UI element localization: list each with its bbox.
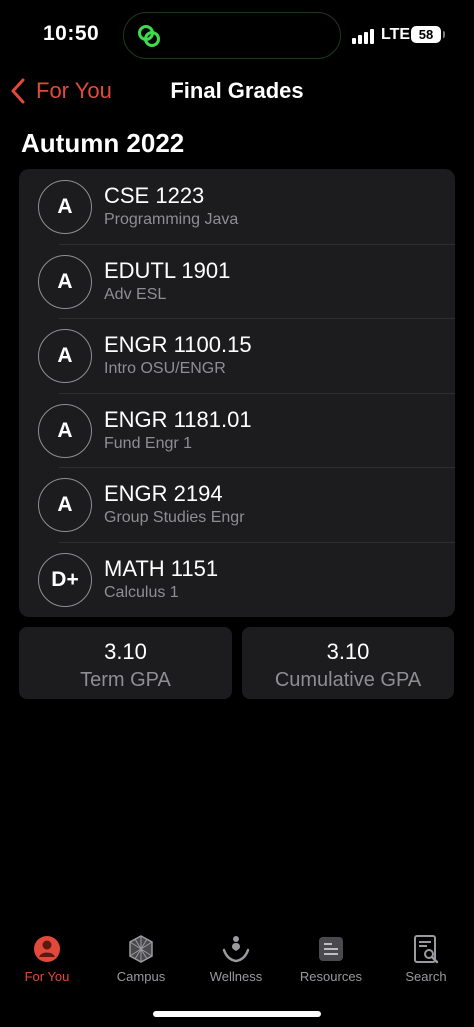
tab-label: Campus xyxy=(116,969,166,984)
term-title: Autumn 2022 xyxy=(21,128,185,158)
tab-for-you[interactable]: For You xyxy=(0,928,94,984)
tab-campus[interactable]: Campus xyxy=(94,928,188,984)
grade-badge: A xyxy=(38,478,92,533)
course-row[interactable]: A ENGR 2194 Group Studies Engr xyxy=(19,467,455,542)
course-code: EDUTL 1901 xyxy=(104,257,231,283)
tab-label: Wellness xyxy=(209,969,263,984)
person-icon xyxy=(34,936,60,962)
course-code: ENGR 1181.01 xyxy=(104,406,252,432)
course-code: CSE 1223 xyxy=(104,183,205,208)
tab-wellness[interactable]: Wellness xyxy=(189,928,283,984)
wellness-icon xyxy=(222,936,250,963)
dynamic-island[interactable] xyxy=(123,12,341,59)
term-gpa-label: Term GPA xyxy=(80,669,171,691)
course-code: MATH 1151 xyxy=(104,555,219,581)
term-gpa-value: 3.10 xyxy=(104,639,147,664)
tab-label: Resources xyxy=(299,969,363,984)
status-bar: 10:50 LTE 58 xyxy=(0,0,474,70)
grade-badge: D+ xyxy=(38,552,92,607)
course-name: Adv ESL xyxy=(104,285,167,303)
cumulative-gpa-card: 3.10 Cumulative GPA xyxy=(242,627,454,699)
course-name: Calculus 1 xyxy=(104,583,179,601)
cumulative-gpa-value: 3.10 xyxy=(326,639,370,664)
course-row[interactable]: A EDUTL 1901 Adv ESL xyxy=(19,243,455,319)
tab-bar: For You Campus Wellness Resources Search xyxy=(0,928,474,993)
course-row[interactable]: A ENGR 1100.15 Intro OSU/ENGR xyxy=(19,318,455,393)
grade-badge: A xyxy=(38,403,92,458)
page-title: Final Grades xyxy=(170,78,304,103)
tab-resources[interactable]: Resources xyxy=(284,928,378,984)
course-list: A CSE 1223 Programming Java A EDUTL 1901… xyxy=(19,169,455,617)
status-time: 10:50 xyxy=(43,22,100,45)
cumulative-gpa-label: Cumulative GPA xyxy=(274,669,422,691)
grade-badge: A xyxy=(38,254,92,309)
battery-icon: 58 xyxy=(411,26,445,43)
tab-search[interactable]: Search xyxy=(379,928,473,984)
campus-icon xyxy=(129,935,153,963)
course-name: Programming Java xyxy=(104,211,239,228)
app-link-icon xyxy=(138,25,160,47)
tab-label: For You xyxy=(24,969,70,984)
grade-badge: A xyxy=(38,329,92,384)
course-name: Group Studies Engr xyxy=(104,509,245,527)
course-name: Intro OSU/ENGR xyxy=(104,360,226,378)
course-code: ENGR 2194 xyxy=(104,481,223,507)
search-icon xyxy=(414,935,439,964)
home-indicator[interactable] xyxy=(153,1011,321,1017)
grade-badge: A xyxy=(38,180,92,234)
course-code: ENGR 1100.15 xyxy=(104,332,252,358)
tab-label: Search xyxy=(405,969,447,984)
course-row[interactable]: A CSE 1223 Programming Java xyxy=(19,169,455,244)
course-name: Fund Engr 1 xyxy=(104,434,193,452)
network-type: LTE xyxy=(381,26,411,43)
course-row[interactable]: A ENGR 1181.01 Fund Engr 1 xyxy=(19,392,455,468)
resources-icon xyxy=(319,937,343,961)
term-gpa-card: 3.10 Term GPA xyxy=(19,627,232,699)
course-row[interactable]: D+ MATH 1151 Calculus 1 xyxy=(19,541,455,617)
signal-icon xyxy=(352,28,376,44)
